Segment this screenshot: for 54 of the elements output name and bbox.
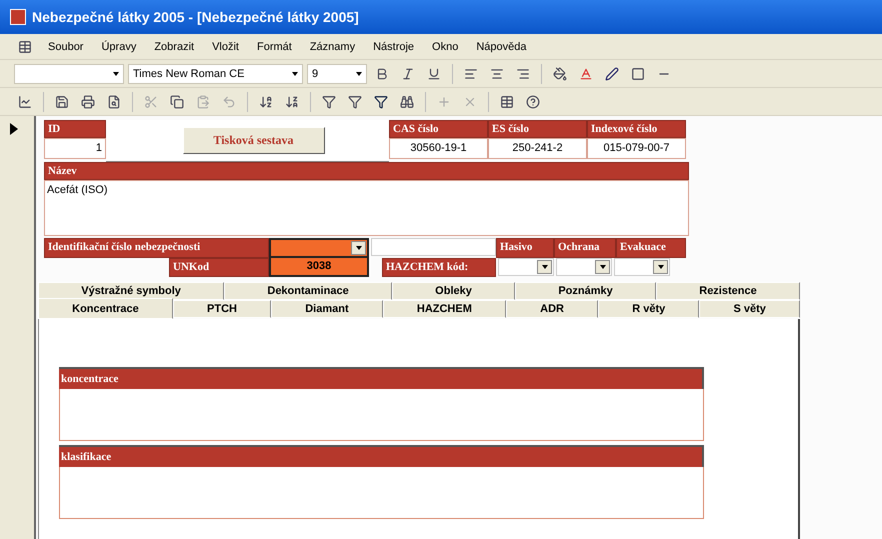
menu-item[interactable]: Nápověda (470, 38, 532, 54)
menu-item[interactable]: Nástroje (367, 38, 420, 54)
tab[interactable]: Dekontaminace (224, 282, 392, 300)
tab[interactable]: Poznámky (515, 282, 656, 300)
hazchem-combo[interactable] (556, 258, 612, 276)
hazchem-combo[interactable] (614, 258, 670, 276)
tab[interactable]: Obleky (392, 282, 516, 300)
app-icon (10, 9, 26, 25)
field-label: Identifikační číslo nebezpečnosti (44, 238, 269, 258)
field-label: ID (44, 120, 106, 138)
record-selector[interactable] (0, 116, 36, 539)
tab[interactable]: PTCH (172, 300, 272, 318)
text-field[interactable] (371, 238, 496, 256)
field-label: HAZCHEM kód: (382, 258, 496, 277)
code-field[interactable]: 015-079-00-7 (587, 138, 686, 159)
unkod-field[interactable]: 3038 (269, 258, 369, 277)
current-record-icon (10, 123, 18, 135)
menu-item[interactable]: Soubor (42, 38, 90, 54)
section-header: koncentrace (59, 367, 704, 389)
field-label: UNKod (169, 258, 269, 277)
tab[interactable]: HAZCHEM (382, 300, 506, 318)
code-field[interactable]: 30560-19-1 (389, 138, 488, 159)
menu-item[interactable]: Úpravy (95, 38, 142, 54)
field-label: Evakuace (616, 238, 686, 258)
section-header: klasifikace (59, 445, 704, 467)
name-field[interactable]: Acefát (ISO) (44, 180, 689, 236)
field-label: Ochrana (554, 238, 616, 258)
section-field[interactable] (59, 389, 704, 441)
font-combo[interactable]: Times New Roman CE (128, 64, 303, 84)
tab[interactable]: ADR (506, 300, 598, 318)
tab[interactable]: Rezistence (656, 282, 800, 300)
tab[interactable]: Výstražné symboly (38, 282, 224, 300)
hazard-id-combo[interactable] (269, 238, 369, 258)
font-size-combo[interactable]: 9 (307, 64, 367, 84)
hazchem-combo[interactable] (498, 258, 554, 276)
id-field[interactable]: 1 (44, 138, 106, 159)
menu-item[interactable]: Zobrazit (148, 38, 200, 54)
code-field[interactable]: 250-241-2 (488, 138, 587, 159)
field-label: Název (44, 162, 689, 180)
menu-item[interactable]: Záznamy (304, 38, 362, 54)
field-label: ES číslo (488, 120, 587, 138)
field-label: Hasivo (496, 238, 554, 258)
field-label: CAS číslo (389, 120, 488, 138)
menu-item[interactable]: Formát (250, 38, 298, 54)
menu-item[interactable]: Okno (426, 38, 464, 54)
field-label: Indexové číslo (587, 120, 686, 138)
tab[interactable]: R věty (598, 300, 700, 318)
tab[interactable]: Koncentrace (38, 298, 173, 319)
print-report-button[interactable]: Tisková sestava (182, 127, 324, 154)
window-title: Nebezpečné látky 2005 - [Nebezpečné látky 2005] (32, 9, 359, 25)
tab[interactable]: Diamant (271, 300, 383, 318)
section-field[interactable] (59, 467, 704, 519)
menu-item[interactable]: Vložit (206, 38, 245, 54)
tab[interactable]: S věty (699, 300, 800, 318)
